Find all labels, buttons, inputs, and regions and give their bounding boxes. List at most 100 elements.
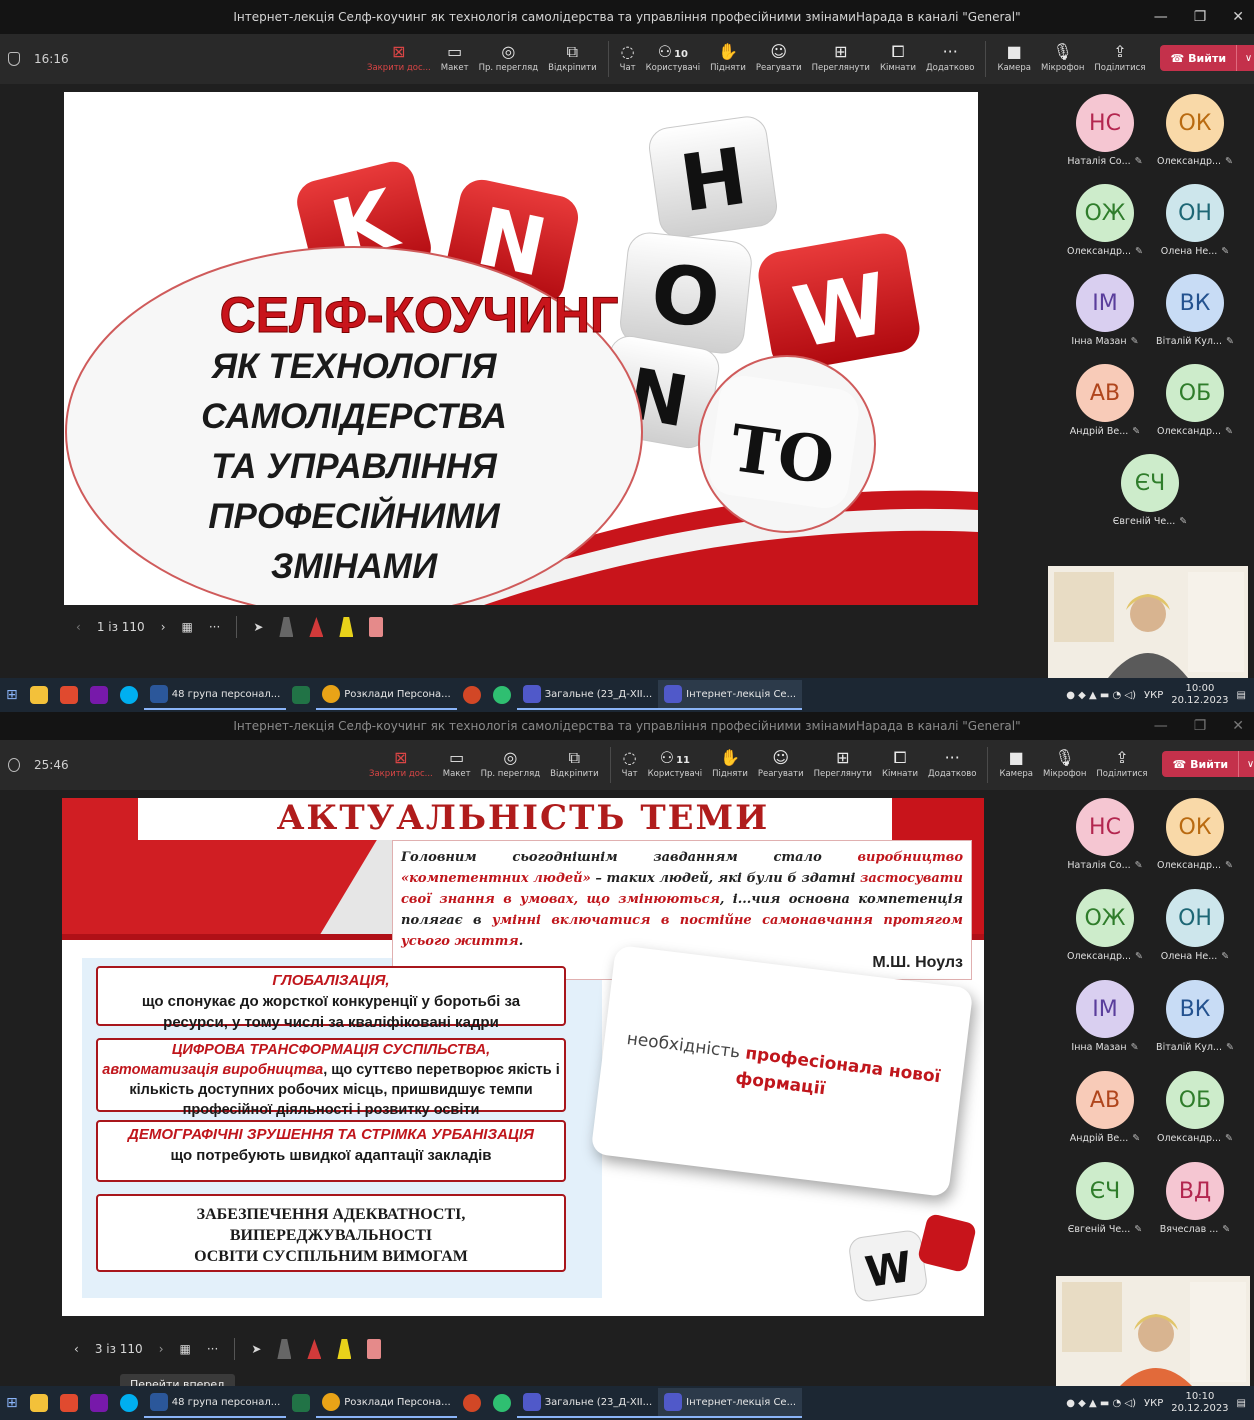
language-indicator[interactable]: УКР (1144, 690, 1163, 701)
participant-tile[interactable]: ОК Олександр... ✎ (1150, 798, 1240, 871)
toolbar-button-9[interactable]: ⧠ Кімнати (875, 41, 921, 73)
pinned-app-icon[interactable] (54, 680, 84, 710)
participant-tile[interactable]: ОК Олександр... ✎ (1150, 94, 1240, 167)
toolbar-button-3[interactable]: ⧉ Відкріпити (543, 41, 602, 73)
toolbar-button-0[interactable]: ⊠ Закрити дос... (362, 41, 436, 73)
participant-tile[interactable]: НС Наталія Со... ✎ (1060, 94, 1150, 167)
eraser-icon[interactable] (367, 1339, 382, 1359)
taskbar-app-chrome[interactable]: Розклади Персона... (316, 1388, 457, 1418)
powerpoint-icon[interactable] (457, 680, 487, 710)
toolbar-button-2[interactable]: ◎ Пр. перегляд (474, 41, 544, 73)
next-slide-icon[interactable]: › (159, 1342, 164, 1356)
edge-icon[interactable] (487, 680, 517, 710)
toolbar-button-8[interactable]: ⊞ Переглянути (807, 41, 875, 73)
excel-icon[interactable] (286, 680, 316, 710)
participant-tile[interactable]: ОБ Олександр... ✎ (1150, 1071, 1240, 1144)
file-explorer-icon[interactable] (24, 1388, 54, 1418)
participant-tile[interactable]: ОЖ Олександр... ✎ (1060, 889, 1150, 962)
presenter-video[interactable] (1056, 1276, 1250, 1388)
taskbar-app-teams-meeting[interactable]: Інтернет-лекція Се... (658, 1388, 803, 1418)
start-icon[interactable]: ⊞ (0, 1388, 24, 1418)
minimize-icon[interactable]: — (1154, 9, 1168, 25)
highlighter-icon[interactable] (337, 1339, 352, 1359)
notifications-icon[interactable]: ▤ (1237, 1398, 1246, 1409)
pen-icon[interactable] (279, 617, 294, 637)
toolbar-button-11[interactable]: ■ Камера (994, 747, 1038, 779)
leave-options-chevron-icon[interactable]: ∨ (1236, 45, 1254, 71)
minimize-icon[interactable]: — (1154, 718, 1168, 734)
toolbar-button-11[interactable]: ■ Камера (992, 41, 1036, 73)
clock[interactable]: 10:10 20.12.2023 (1171, 1391, 1228, 1415)
skype-icon[interactable] (114, 1388, 144, 1418)
taskbar-app-teams-chat[interactable]: Загальне (23_Д-ХІІ... (516, 1388, 659, 1418)
tray-icons[interactable]: ● ◆ ▲ ▬ ◔ ◁) (1066, 1398, 1136, 1409)
participant-tile[interactable]: АВ Андрій Ве... ✎ (1060, 1071, 1150, 1144)
toolbar-button-12[interactable]: 🎙 Мікрофон (1036, 41, 1089, 73)
leave-options-chevron-icon[interactable]: ∨ (1238, 751, 1254, 777)
toolbar-button-10[interactable]: ··· Додатково (923, 747, 981, 779)
toolbar-button-13[interactable]: ⇪ Поділитися (1091, 747, 1152, 779)
taskbar-app-teams-meeting[interactable]: Інтернет-лекція Се... (658, 680, 803, 710)
laser-pointer-icon[interactable]: ➤ (253, 620, 263, 634)
toolbar-button-3[interactable]: ⧉ Відкріпити (545, 747, 604, 779)
pen-icon[interactable] (277, 1339, 292, 1359)
participant-tile[interactable]: АВ Андрій Ве... ✎ (1060, 364, 1150, 437)
toolbar-button-2[interactable]: ◎ Пр. перегляд (476, 747, 546, 779)
taskbar-app-chrome[interactable]: Розклади Персона... (316, 680, 457, 710)
toolbar-button-5[interactable]: ⚇ 10 Користувачі (641, 41, 705, 73)
close-icon[interactable]: ✕ (1232, 9, 1244, 25)
leave-button[interactable]: ☎ Вийти ∨ (1160, 45, 1254, 71)
toolbar-button-7[interactable]: ☺ Реагувати (753, 747, 809, 779)
start-icon[interactable]: ⊞ (0, 680, 24, 710)
toolbar-button-12[interactable]: 🎙 Мікрофон (1038, 747, 1091, 779)
prev-slide-icon[interactable]: ‹ (74, 1342, 79, 1356)
tray-icons[interactable]: ● ◆ ▲ ▬ ◔ ◁) (1066, 690, 1136, 701)
participant-tile[interactable]: ЄЧ Євгеній Че... ✎ (1060, 1162, 1150, 1235)
red-pen-icon[interactable] (307, 1339, 322, 1359)
toolbar-button-4[interactable]: ◌ Чат (615, 41, 641, 73)
participant-tile[interactable]: ОЖ Олександр... ✎ (1060, 184, 1150, 257)
toolbar-button-13[interactable]: ⇪ Поділитися (1089, 41, 1150, 73)
participant-tile[interactable]: ІМ Інна Мазан ✎ (1060, 274, 1150, 347)
toolbar-button-1[interactable]: ▭ Макет (438, 747, 476, 779)
onenote-icon[interactable] (84, 680, 114, 710)
eraser-icon[interactable] (369, 617, 384, 637)
prev-slide-icon[interactable]: ‹ (76, 620, 81, 634)
toolbar-button-5[interactable]: ⚇ 11 Користувачі (643, 747, 707, 779)
participant-tile[interactable]: ЄЧ Євгеній Че... ✎ (1105, 454, 1195, 527)
highlighter-icon[interactable] (339, 617, 354, 637)
participant-tile[interactable]: ОН Олена Не... ✎ (1150, 184, 1240, 257)
language-indicator[interactable]: УКР (1144, 1398, 1163, 1409)
close-icon[interactable]: ✕ (1232, 718, 1244, 734)
onenote-icon[interactable] (84, 1388, 114, 1418)
toolbar-button-10[interactable]: ··· Додатково (921, 41, 979, 73)
notifications-icon[interactable]: ▤ (1237, 690, 1246, 701)
more-options-icon[interactable]: ··· (207, 1342, 218, 1356)
red-pen-icon[interactable] (309, 617, 324, 637)
toolbar-button-9[interactable]: ⧠ Кімнати (877, 747, 923, 779)
edge-icon[interactable] (487, 1388, 517, 1418)
taskbar-app-word[interactable]: 48 група персонал... (143, 1388, 287, 1418)
participant-tile[interactable]: ВК Віталій Кул... ✎ (1150, 980, 1240, 1053)
skype-icon[interactable] (114, 680, 144, 710)
clock[interactable]: 10:00 20.12.2023 (1171, 683, 1228, 707)
toolbar-button-1[interactable]: ▭ Макет (436, 41, 474, 73)
participant-tile[interactable]: НС Наталія Со... ✎ (1060, 798, 1150, 871)
file-explorer-icon[interactable] (24, 680, 54, 710)
slides-grid-icon[interactable]: ▦ (180, 1342, 191, 1356)
toolbar-button-6[interactable]: ✋ Підняти (705, 41, 751, 73)
participant-tile[interactable]: ОН Олена Не... ✎ (1150, 889, 1240, 962)
toolbar-button-6[interactable]: ✋ Підняти (707, 747, 753, 779)
taskbar-app-teams-chat[interactable]: Загальне (23_Д-ХІІ... (516, 680, 659, 710)
participant-tile[interactable]: ВД Вячеслав ... ✎ (1150, 1162, 1240, 1235)
presenter-video[interactable] (1048, 566, 1248, 678)
pinned-app-icon[interactable] (54, 1388, 84, 1418)
participant-tile[interactable]: ІМ Інна Мазан ✎ (1060, 980, 1150, 1053)
participant-tile[interactable]: ВК Віталій Кул... ✎ (1150, 274, 1240, 347)
participant-tile[interactable]: ОБ Олександр... ✎ (1150, 364, 1240, 437)
taskbar-app-word[interactable]: 48 група персонал... (143, 680, 287, 710)
toolbar-button-0[interactable]: ⊠ Закрити дос... (364, 747, 438, 779)
toolbar-button-8[interactable]: ⊞ Переглянути (809, 747, 877, 779)
toolbar-button-4[interactable]: ◌ Чат (617, 747, 643, 779)
next-slide-icon[interactable]: › (161, 620, 166, 634)
